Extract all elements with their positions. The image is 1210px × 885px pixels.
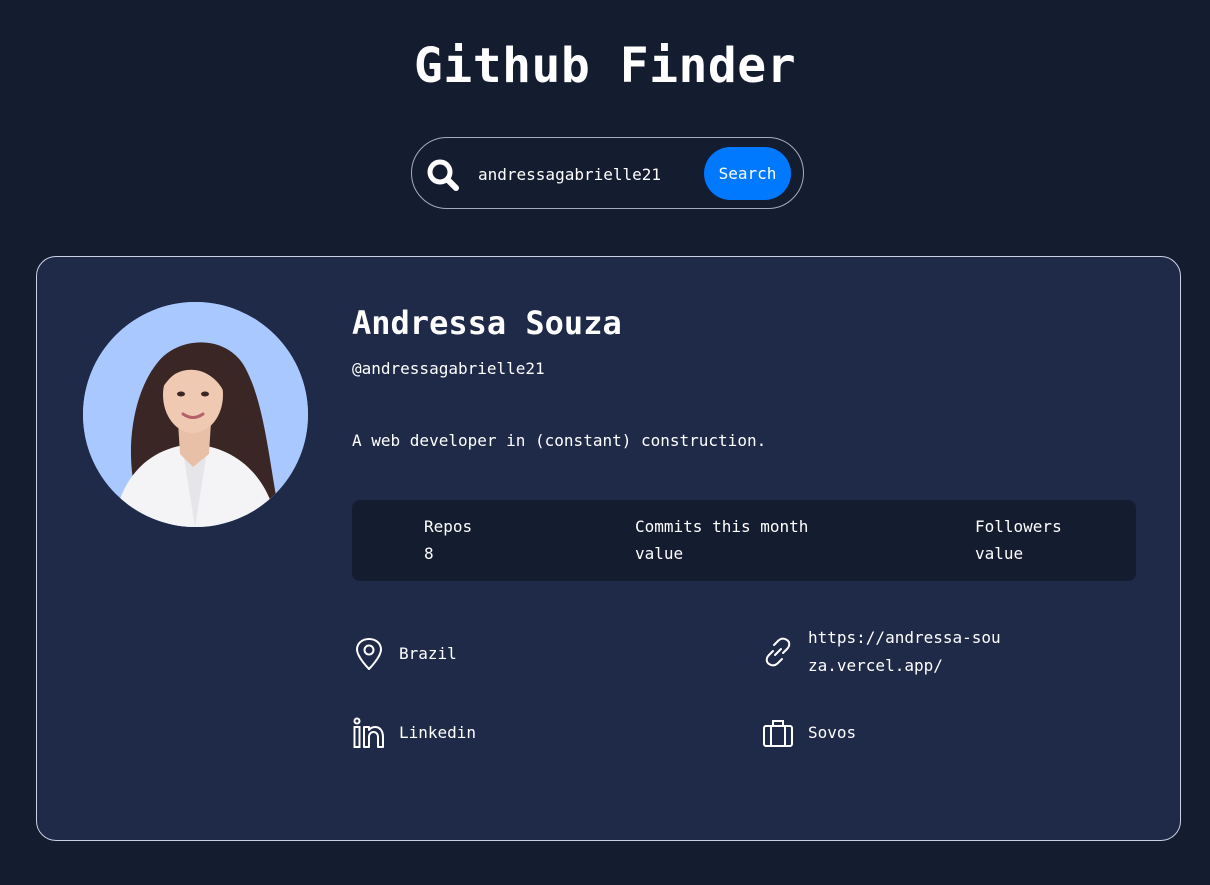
stat-label: Repos (424, 517, 473, 536)
website-link[interactable]: https://andressa-souza.vercel.app/ (808, 624, 1008, 680)
stat-repos: Repos 8 (424, 513, 472, 567)
linkedin-info: Linkedin (352, 716, 476, 750)
avatar (83, 302, 308, 527)
profile-card: Andressa Souza @andressagabrielle21 A we… (36, 256, 1181, 841)
user-name: Andressa Souza (352, 304, 622, 342)
briefcase-icon (761, 716, 795, 750)
stat-label: Commits this month (635, 517, 809, 536)
stat-label: Followers (975, 517, 1062, 536)
linkedin-link[interactable]: Linkedin (399, 719, 476, 747)
link-icon (761, 635, 795, 669)
stat-followers: Followers value (975, 513, 1062, 567)
search-input[interactable] (478, 160, 668, 188)
location-text: Brazil (399, 644, 457, 663)
stats-panel: Repos 8 Commits this month value Followe… (352, 500, 1136, 581)
location-info: Brazil (352, 637, 457, 671)
location-pin-icon (352, 637, 386, 671)
stat-value: value (635, 544, 684, 563)
stat-commits: Commits this month value (635, 513, 808, 567)
linkedin-icon (352, 716, 386, 750)
stat-value: 8 (424, 544, 434, 563)
page-title: Github Finder (413, 38, 797, 94)
user-bio: A web developer in (constant) constructi… (352, 431, 767, 450)
search-button[interactable]: Search (704, 147, 791, 200)
search-bar: Search (411, 137, 804, 209)
user-login: @andressagabrielle21 (352, 359, 545, 378)
company-info: Sovos (761, 716, 856, 750)
website-info: https://andressa-souza.vercel.app/ (761, 624, 1008, 680)
stat-value: value (975, 544, 1024, 563)
company-text: Sovos (808, 723, 857, 742)
search-icon (426, 158, 460, 192)
